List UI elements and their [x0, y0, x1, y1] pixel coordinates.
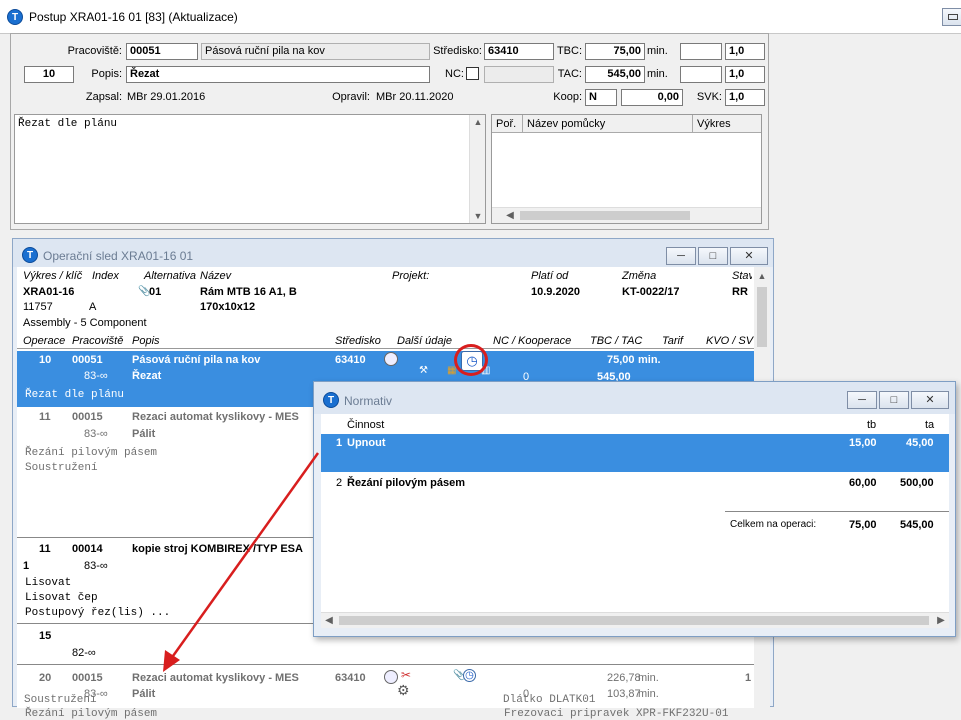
annotation-arrow-overlay: [163, 452, 320, 672]
red-arrowhead: [163, 650, 180, 672]
row20-memo-1: Řezání pilovým pásem: [25, 708, 158, 720]
row20-memo-right-1: Frezovaci pripravek XPR-FKF232U-01: [504, 708, 729, 720]
red-arrow-line: [166, 452, 320, 664]
